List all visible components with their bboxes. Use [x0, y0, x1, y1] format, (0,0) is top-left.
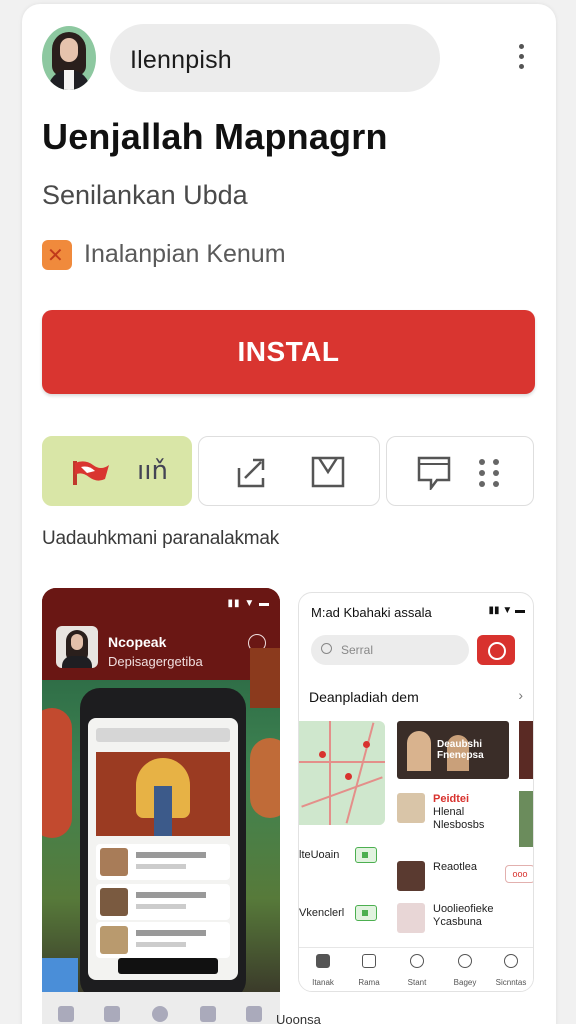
rating-label: Inalanpian Kenum	[84, 240, 286, 268]
search-field: Serral	[311, 635, 469, 665]
section-title: Deanpladiah dem	[309, 689, 419, 705]
screen-title: M:ad Kbahaki assala	[311, 605, 432, 620]
flag-icon	[73, 461, 109, 485]
search-text: Ilennpish	[130, 46, 232, 74]
profile-avatar	[56, 626, 98, 668]
list-item: Uoolieofieke Ycasbuna	[397, 903, 533, 947]
install-button[interactable]: INSTAL	[42, 310, 535, 394]
list-row: Vkenclerl	[299, 895, 385, 935]
app-title: Uenjallah Mapnagrn	[42, 116, 388, 157]
more-dots-icon[interactable]	[479, 459, 505, 487]
phone-screen	[88, 718, 238, 980]
chevron-right-icon: ›	[518, 687, 523, 703]
status-icons: ▮▮ ▼ ▬	[227, 598, 270, 609]
app-developer: Senilankan Ubda	[42, 180, 248, 210]
search-button	[477, 635, 515, 665]
flag-action-button[interactable]: ııň	[42, 436, 192, 506]
nav-item: Rama	[347, 954, 391, 990]
nav-item: Stant	[395, 954, 439, 990]
app-description: Uadauhkmani paranalakmak	[42, 528, 280, 549]
search-icon	[321, 643, 332, 654]
app-detail-card: Ilennpish Uenjallah Mapnagrn Senilankan …	[22, 4, 556, 1024]
screenshot-nav-bar	[42, 992, 280, 1024]
bottom-nav: Itanak Rama Stant Bagey Sicnntas	[299, 947, 533, 991]
map-thumbnail	[299, 721, 385, 825]
comment-more-action-group	[386, 436, 534, 506]
list-row: lteUoain	[299, 837, 385, 877]
search-bar[interactable]: Ilennpish	[110, 24, 440, 92]
nav-home-icon: Itanak	[301, 954, 345, 990]
profile-name: Ncopeak	[108, 634, 167, 650]
rating-badge-icon	[42, 240, 72, 270]
bookmark-icon[interactable]	[309, 454, 347, 490]
nav-item: Bagey	[443, 954, 487, 990]
action-glyph: ııň	[137, 456, 168, 486]
profile-subtitle: Depisagergetiba	[108, 654, 203, 669]
screenshot-1[interactable]: ▮▮ ▼ ▬ Ncopeak Depisagergetiba	[42, 588, 280, 1024]
nav-profile-icon: Sicnntas	[489, 954, 533, 990]
section-header-peek: Uoonsa	[276, 1012, 321, 1024]
list-item: Peidtei Hlenal Nlesbosbs	[397, 793, 533, 837]
share-icon[interactable]	[233, 454, 271, 490]
share-save-action-group	[198, 436, 380, 506]
list-chip: ooo	[505, 865, 533, 883]
user-avatar[interactable]	[42, 26, 96, 90]
more-options-icon[interactable]	[514, 44, 528, 74]
screenshot-2[interactable]: M:ad Kbahaki assala ▮▮ ▼ ▬ Serral Deanpl…	[298, 592, 534, 992]
search-placeholder: Serral	[341, 643, 374, 657]
comment-icon[interactable]	[415, 454, 453, 490]
news-overlay-text: Deaubshi Fnenepsa	[437, 739, 484, 761]
status-icons: ▮▮ ▼ ▬	[488, 605, 525, 616]
